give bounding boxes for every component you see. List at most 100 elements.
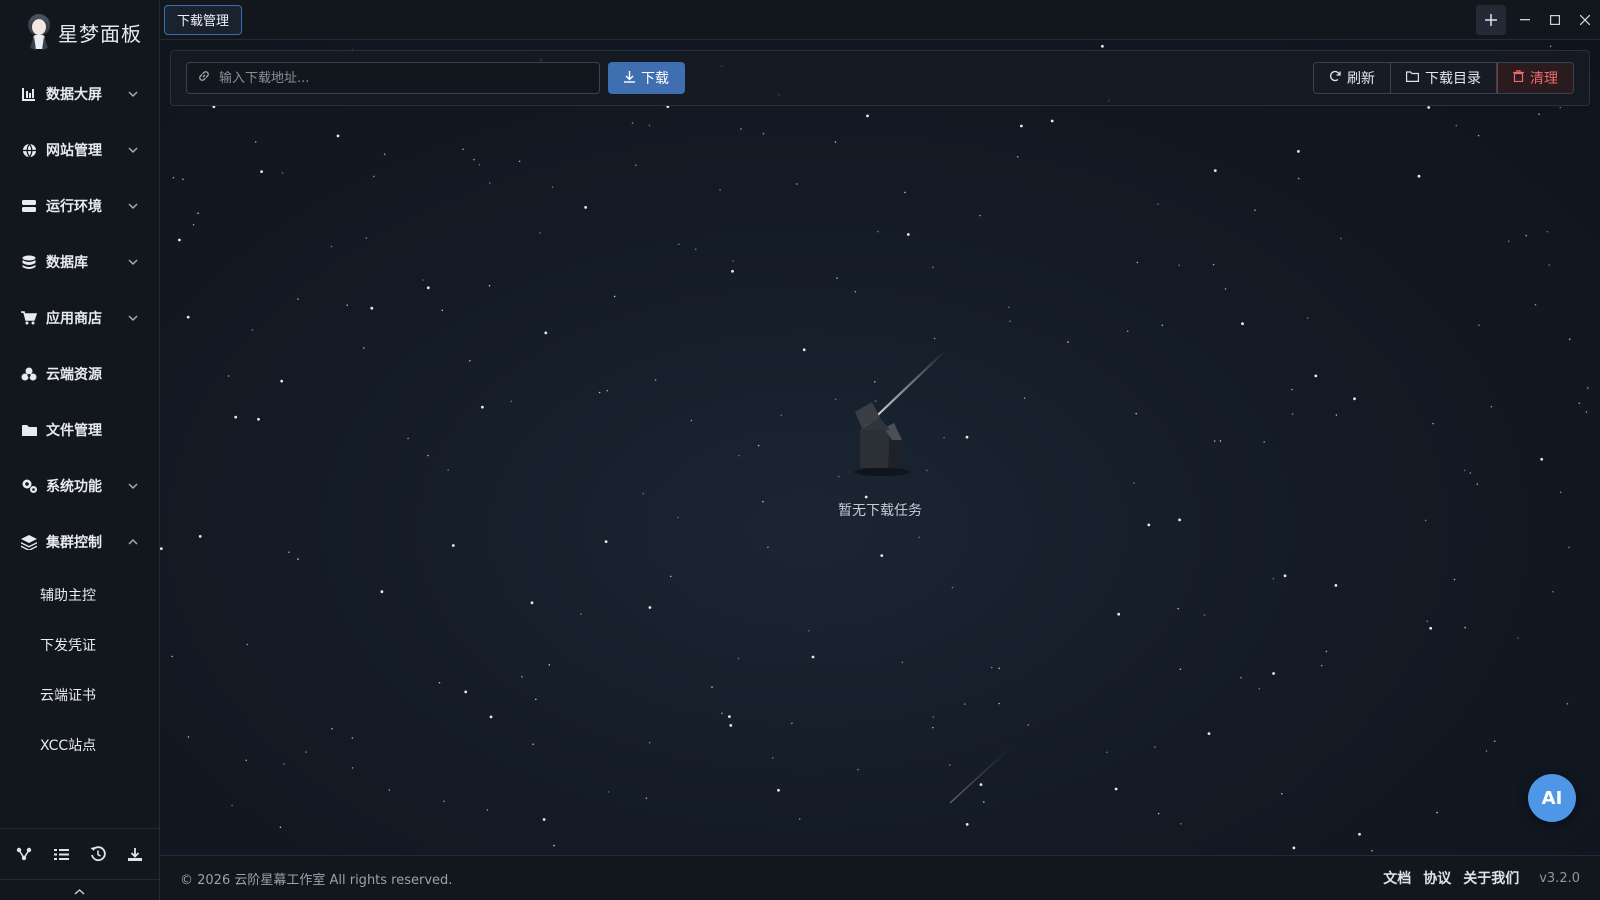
download-button[interactable]: 下载 [608, 62, 685, 94]
sidebar-item-system[interactable]: 系统功能 [0, 458, 159, 514]
star [580, 613, 582, 615]
star [1493, 740, 1496, 742]
sidebar-item-label: 文件管理 [46, 423, 102, 439]
star [598, 391, 601, 394]
star [631, 122, 634, 124]
star [1136, 261, 1139, 264]
download-icon [624, 70, 635, 86]
star [1424, 519, 1427, 522]
star [1291, 388, 1293, 391]
star [1292, 846, 1296, 850]
tab-download-manager[interactable]: 下载管理 [164, 4, 243, 35]
trash-icon [1513, 70, 1524, 86]
chevron-down-icon [127, 88, 139, 100]
download-url-input[interactable] [219, 70, 589, 86]
star [532, 743, 534, 745]
star [427, 454, 429, 457]
star [1263, 441, 1265, 443]
refresh-button[interactable]: 刷新 [1314, 63, 1391, 93]
star [645, 797, 648, 799]
star [251, 329, 254, 331]
cluster-icon[interactable] [12, 842, 36, 866]
close-icon[interactable] [1570, 5, 1600, 35]
sidebar: 星梦面板 数据大屏 网站管理 运行环境 数据库 应用商店 云端资源 文件管理 系… [0, 0, 160, 900]
sidebar-item-cloud-resources[interactable]: 云端资源 [0, 346, 159, 402]
star [1178, 264, 1180, 266]
star [441, 309, 444, 312]
star [254, 141, 257, 143]
sidebar-subitem-cloud-certificates[interactable]: 云端证书 [0, 670, 159, 720]
star [771, 757, 774, 759]
star [1477, 134, 1480, 137]
sidebar-collapse-toggle[interactable] [0, 879, 159, 900]
sidebar-item-database[interactable]: 数据库 [0, 234, 159, 290]
sidebar-subitem-aux-master[interactable]: 辅助主控 [0, 570, 159, 620]
star [1106, 751, 1108, 754]
star [1213, 440, 1216, 442]
clear-button-label: 清理 [1530, 71, 1558, 87]
star [388, 789, 391, 791]
star [1133, 482, 1135, 484]
list-icon[interactable] [49, 842, 73, 866]
star [336, 134, 340, 138]
star [1161, 324, 1164, 327]
star [198, 535, 202, 538]
download-button-label: 下载 [641, 70, 669, 86]
star [711, 686, 713, 688]
star [1157, 203, 1159, 205]
star [737, 657, 740, 660]
star [670, 575, 672, 578]
sidebar-item-app-store[interactable]: 应用商店 [0, 290, 159, 346]
url-input-wrap[interactable] [186, 62, 600, 94]
minimize-icon[interactable] [1510, 5, 1540, 35]
maximize-icon[interactable] [1540, 5, 1570, 35]
ai-assistant-button[interactable]: AI [1528, 774, 1576, 822]
sidebar-item-dashboard[interactable]: 数据大屏 [0, 66, 159, 122]
star [160, 547, 163, 550]
download-icon[interactable] [123, 842, 147, 866]
chevron-down-icon [127, 256, 139, 268]
new-tab-plus-icon[interactable] [1476, 4, 1506, 35]
history-icon[interactable] [86, 842, 110, 866]
sidebar-item-runtime[interactable]: 运行环境 [0, 178, 159, 234]
sidebar-subitem-issue-credentials[interactable]: 下发凭证 [0, 620, 159, 670]
sidebar-item-file-manager[interactable]: 文件管理 [0, 402, 159, 458]
star [1009, 320, 1011, 323]
star [234, 415, 238, 419]
star [1240, 676, 1242, 679]
logo[interactable]: 星梦面板 [0, 0, 159, 64]
sidebar-nav: 数据大屏 网站管理 运行环境 数据库 应用商店 云端资源 文件管理 系统功能 集… [0, 66, 159, 570]
star [1023, 397, 1026, 400]
footer-link-docs[interactable]: 文档 [1383, 868, 1411, 888]
footer-link-about[interactable]: 关于我们 [1463, 868, 1519, 888]
star [607, 791, 610, 793]
star [478, 163, 481, 166]
star [1254, 209, 1256, 211]
star [192, 223, 195, 226]
star [443, 800, 445, 802]
star [489, 715, 493, 719]
star [738, 454, 740, 457]
star [407, 437, 409, 440]
star [305, 751, 307, 753]
footer-link-agreement[interactable]: 协议 [1423, 868, 1451, 888]
sidebar-item-label: 数据库 [46, 255, 88, 271]
clear-button[interactable]: 清理 [1497, 63, 1573, 93]
footer-links: 文档 协议 关于我们 [1383, 868, 1519, 888]
star [796, 183, 798, 185]
star [1212, 263, 1215, 266]
star [990, 666, 993, 669]
layers-icon [20, 533, 38, 551]
star [1203, 614, 1206, 616]
sidebar-subitem-xcc-sites[interactable]: XCC站点 [0, 720, 159, 770]
star [979, 214, 981, 217]
download-dir-button[interactable]: 下载目录 [1391, 63, 1497, 93]
sidebar-item-websites[interactable]: 网站管理 [0, 122, 159, 178]
sidebar-item-label: 应用商店 [46, 311, 102, 327]
sidebar-item-cluster[interactable]: 集群控制 [0, 514, 159, 570]
star [1540, 457, 1544, 461]
sidebar-toolbar [0, 828, 159, 900]
star [1478, 324, 1480, 327]
star [648, 742, 651, 744]
action-button-group: 刷新 下载目录 清理 [1313, 62, 1574, 94]
